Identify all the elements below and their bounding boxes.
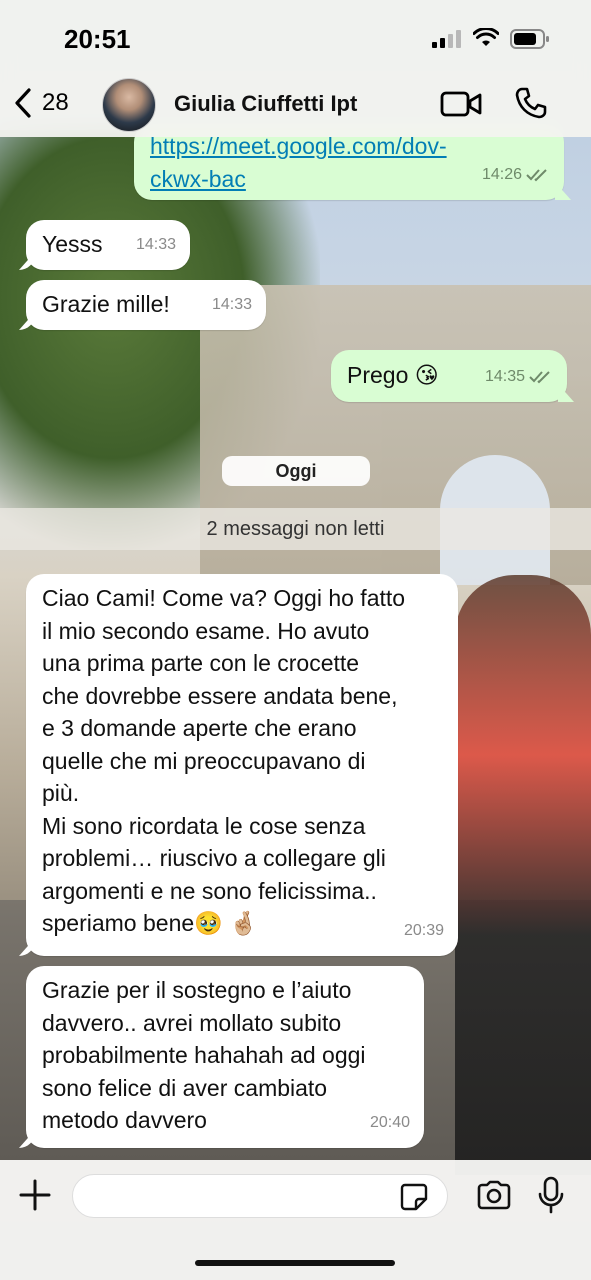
message-line: problemi… riuscivo a collegare gli (42, 845, 386, 871)
microphone-icon[interactable] (538, 1176, 564, 1214)
message-line: Mi sono ricordata le cose senza (42, 812, 366, 839)
message-line: probabilmente hahahah ad oggi (42, 1042, 366, 1068)
message-text: Prego 😘 (347, 362, 439, 388)
chat-header: 20:51 28 Giulia Ciuffetti Ipt (0, 0, 591, 137)
wallpaper-person (455, 575, 591, 1175)
message-meta: 20:40 (370, 1107, 410, 1140)
message-bubble-incoming[interactable]: Ciao Cami! Come va? Oggi ho fatto il mio… (26, 574, 458, 956)
message-input[interactable] (72, 1174, 448, 1218)
message-text: Grazie mille! (42, 291, 170, 317)
message-line: speriamo bene🥹 🤞🏼 (42, 910, 258, 936)
message-time: 14:35 (484, 367, 525, 385)
plus-icon[interactable] (18, 1178, 52, 1212)
message-line: metodo davvero (42, 1107, 207, 1133)
message-bubble-outgoing[interactable]: Prego 😘 14:35 (331, 350, 567, 402)
message-line: quelle che mi preoccupavano di (42, 747, 366, 774)
message-time: 14:33 (135, 235, 176, 253)
message-time: 14:33 (211, 295, 252, 313)
phone-icon[interactable] (514, 86, 548, 120)
chevron-left-icon (15, 88, 31, 118)
sticker-icon[interactable] (400, 1183, 428, 1211)
contact-name[interactable]: Giulia Ciuffetti Ipt (174, 91, 357, 117)
back-button[interactable]: 28 (12, 85, 69, 121)
message-line: e 3 domande aperte che erano (42, 715, 357, 741)
video-camera-icon[interactable] (440, 90, 482, 118)
message-line: argomenti e ne sono felicissima.. (42, 877, 377, 904)
message-bubble-incoming[interactable]: Grazie per il sostegno e l’aiuto davvero… (26, 966, 424, 1148)
status-time: 20:51 (64, 24, 131, 54)
message-line: sono felice di aver cambiato (42, 1074, 328, 1101)
date-separator: Oggi (222, 456, 370, 486)
status-bar: 20:51 (0, 0, 591, 70)
message-composer (0, 1160, 591, 1280)
message-time: 20:40 (369, 1113, 410, 1131)
message-line: più. (42, 780, 80, 806)
message-line: il mio secondo esame. Ho avuto (42, 617, 370, 644)
message-meta: 14:26 (482, 159, 550, 192)
camera-icon[interactable] (476, 1180, 512, 1210)
contact-avatar[interactable] (102, 78, 156, 132)
message-meta: 14:35 (485, 361, 553, 394)
message-meta: 14:33 (136, 229, 176, 262)
home-indicator (195, 1260, 395, 1266)
unread-chats-count: 28 (42, 89, 69, 116)
message-line: davvero.. avrei mollato subito (42, 1009, 342, 1036)
message-meta: 14:33 (212, 289, 252, 322)
message-bubble-incoming[interactable]: Yesss 14:33 (26, 220, 190, 270)
cellular-signal-icon (432, 30, 462, 48)
message-time: 20:39 (403, 921, 444, 939)
message-line: Grazie per il sostegno e l’aiuto (42, 977, 352, 1003)
wifi-icon (473, 28, 499, 46)
unread-messages-banner: 2 messaggi non letti (0, 508, 591, 550)
message-time: 14:26 (481, 165, 522, 183)
message-bubble-incoming[interactable]: Grazie mille! 14:33 (26, 280, 266, 330)
read-receipt-icon (526, 169, 547, 182)
message-line: una prima parte con le crocette (42, 650, 360, 676)
message-line: Ciao Cami! Come va? Oggi ho fatto (42, 585, 406, 611)
message-text: Yesss (42, 231, 103, 257)
read-receipt-icon (529, 371, 550, 384)
message-line: che dovrebbe essere andata bene, (42, 682, 398, 709)
chat-nav: 28 Giulia Ciuffetti Ipt (0, 70, 591, 137)
battery-icon (510, 29, 549, 49)
message-meta: 20:39 (404, 915, 444, 948)
